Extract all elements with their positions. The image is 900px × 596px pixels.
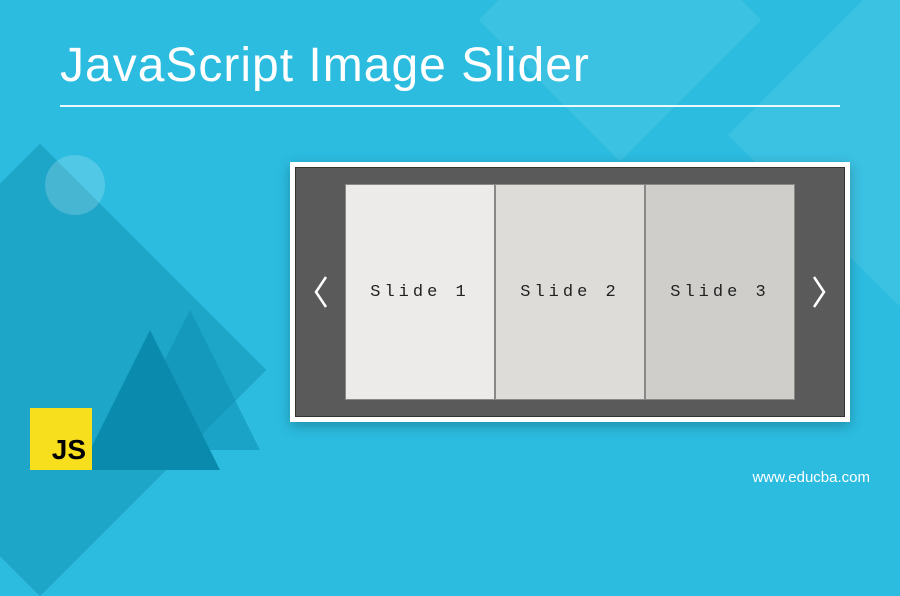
image-slider: Slide 1 Slide 2 Slide 3 [290,162,850,422]
next-arrow-button[interactable] [795,274,843,310]
page-title: JavaScript Image Slider [60,38,840,107]
slides-track: Slide 1 Slide 2 Slide 3 [345,184,795,400]
bg-circle [45,155,105,215]
slide-label: Slide 2 [520,283,619,302]
slide-1[interactable]: Slide 1 [345,184,495,400]
js-logo-text: JS [52,434,86,466]
prev-arrow-button[interactable] [297,274,345,310]
chevron-left-icon [311,274,331,310]
slide-3[interactable]: Slide 3 [645,184,795,400]
slide-label: Slide 1 [370,283,469,302]
chevron-right-icon [809,274,829,310]
slider-track-container: Slide 1 Slide 2 Slide 3 [295,167,845,417]
js-logo: JS [30,408,92,470]
slide-label: Slide 3 [670,283,769,302]
bg-triangles [95,310,235,470]
watermark-text: www.educba.com [752,469,870,486]
slide-2[interactable]: Slide 2 [495,184,645,400]
